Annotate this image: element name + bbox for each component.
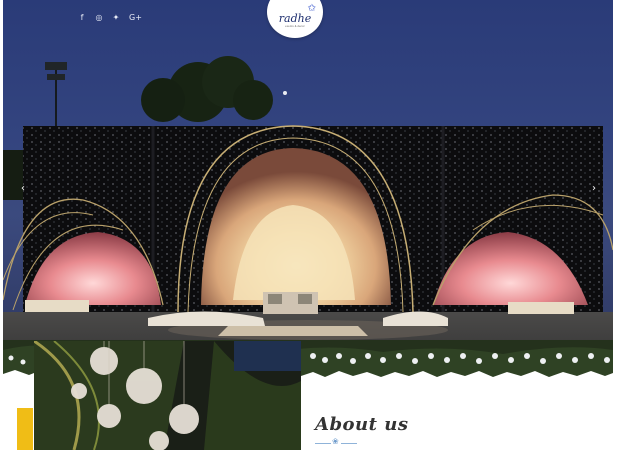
social-links: f ◎ ✦ G+ [78,12,142,24]
slider-prev-arrow-icon[interactable]: ‹ [17,182,29,196]
facebook-icon[interactable]: f [78,12,86,24]
instagram-icon[interactable]: ◎ [95,12,103,24]
divider-line-right [341,443,357,444]
logo-wordmark: radhe [278,12,312,25]
divider-line-left [315,443,331,444]
star-icon: ✩ [307,3,316,14]
hero-image [3,56,613,390]
page: f ◎ ✦ G+ ✩ radhe events & decor ‹ › Abou… [3,0,613,450]
slider-indicator-dot[interactable] [283,91,287,95]
twitter-icon[interactable]: ✦ [112,12,120,24]
heading-divider: ❀ [315,437,357,448]
google-plus-icon[interactable]: G+ [129,12,142,24]
chandelier-image [34,341,301,450]
about-heading: About us [315,414,409,435]
logo-tagline: events & decor [285,25,305,28]
hero-slider: f ◎ ✦ G+ ✩ radhe events & decor ‹ › [3,0,613,390]
flower-icon: ❀ [332,437,339,446]
slider-next-arrow-icon[interactable]: › [588,182,600,196]
accent-bar [17,408,33,450]
about-photo [34,341,301,450]
